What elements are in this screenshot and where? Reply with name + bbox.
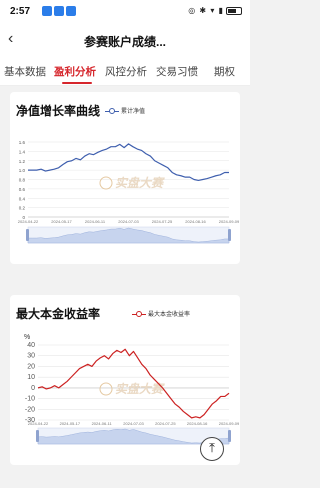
series-line <box>28 143 229 182</box>
status-time: 2:57 <box>10 6 31 17</box>
y-tick-label: 1.6 <box>19 140 26 145</box>
tab-risk-analysis[interactable]: 风控分析 <box>105 64 147 79</box>
range-slider-left-handle <box>26 229 29 241</box>
x-tick-label: 2024-06-11 <box>92 421 113 426</box>
system-icons: ◎ ✱ ▾ ▮ <box>188 6 242 15</box>
watermark-text: 实盘大赛 <box>115 382 165 396</box>
page-header: ‹ 参赛账户成绩... <box>0 24 250 56</box>
x-tick-label: 2024-05-17 <box>51 219 72 224</box>
app-icon <box>42 6 52 16</box>
range-slider-right-handle <box>228 229 231 241</box>
range-slider-right-handle <box>228 430 231 442</box>
app-icon <box>54 6 64 16</box>
x-tick-label: 2024-09-09 <box>219 219 240 224</box>
status-bar: 2:57 ◎ ✱ ▾ ▮ <box>0 0 250 24</box>
y-tick-label: 0.8 <box>19 178 26 183</box>
x-tick-label: 2024-04-22 <box>28 421 49 426</box>
x-tick-label: 2024-09-09 <box>219 421 240 426</box>
y-tick-label: 20 <box>27 363 35 370</box>
battery-icon <box>226 6 242 15</box>
tab-bar: 基本数据 盈利分析 风控分析 交易习惯 期权 <box>0 56 250 86</box>
tab-profit-analysis[interactable]: 盈利分析 <box>54 64 96 79</box>
back-to-top-button[interactable]: ⤒ <box>200 437 224 461</box>
y-tick-label: 0 <box>31 385 35 392</box>
tab-trading-habits[interactable]: 交易习惯 <box>156 64 198 79</box>
y-tick-label: 0.4 <box>19 196 26 201</box>
watermark-logo-icon <box>99 382 113 396</box>
arrow-up-icon: ⤒ <box>209 440 215 455</box>
watermark-logo-icon <box>99 176 113 190</box>
watermark-text: 实盘大赛 <box>115 176 165 190</box>
y-tick-label: -20 <box>25 406 35 413</box>
range-slider-left-handle <box>36 430 39 442</box>
y-tick-label: 1.4 <box>19 149 26 154</box>
tab-basic-data[interactable]: 基本数据 <box>4 64 46 79</box>
nav-growth-card: 净值增长率曲线 累计净值 1.6 1.4 1.2 1.0 0.8 0.6 0.4 0.2 0 20… <box>10 92 240 264</box>
y-tick-label: 1.0 <box>19 168 26 173</box>
app-icon <box>66 6 76 16</box>
y-tick-label: -10 <box>25 396 35 403</box>
nav-growth-chart[interactable]: 1.61.41.21.00.80.60.40.202024-04-22 2024-… <box>10 92 240 264</box>
y-tick-label: 1.2 <box>19 159 26 164</box>
tab-options[interactable]: 期权 <box>214 64 235 79</box>
y-tick-label: 0.6 <box>19 187 26 192</box>
x-tick-label: 2024-04-22 <box>18 219 39 224</box>
y-tick-label: 30 <box>27 353 35 360</box>
y-tick-label: 40 <box>27 342 35 349</box>
x-tick-label: 2024-07-03 <box>123 421 144 426</box>
x-tick-label: 2024-06-11 <box>85 219 106 224</box>
notification-icons <box>42 6 78 19</box>
system-icons-text: ◎ ✱ ▾ ▮ <box>188 6 224 15</box>
x-tick-label: 2024-05-17 <box>60 421 81 426</box>
x-tick-label: 2024-07-03 <box>118 219 139 224</box>
x-tick-label: 2024-07-25 <box>155 421 176 426</box>
x-tick-label: 2024-08-16 <box>185 219 206 224</box>
y-tick-label: 10 <box>27 374 35 381</box>
x-tick-label: 2024-08-16 <box>187 421 208 426</box>
x-tick-label: 2024-07-25 <box>152 219 173 224</box>
page-title: 参赛账户成绩... <box>83 35 166 49</box>
y-unit-label: % <box>24 334 30 341</box>
y-tick-label: 0.2 <box>19 206 26 211</box>
active-tab-indicator <box>62 82 92 84</box>
